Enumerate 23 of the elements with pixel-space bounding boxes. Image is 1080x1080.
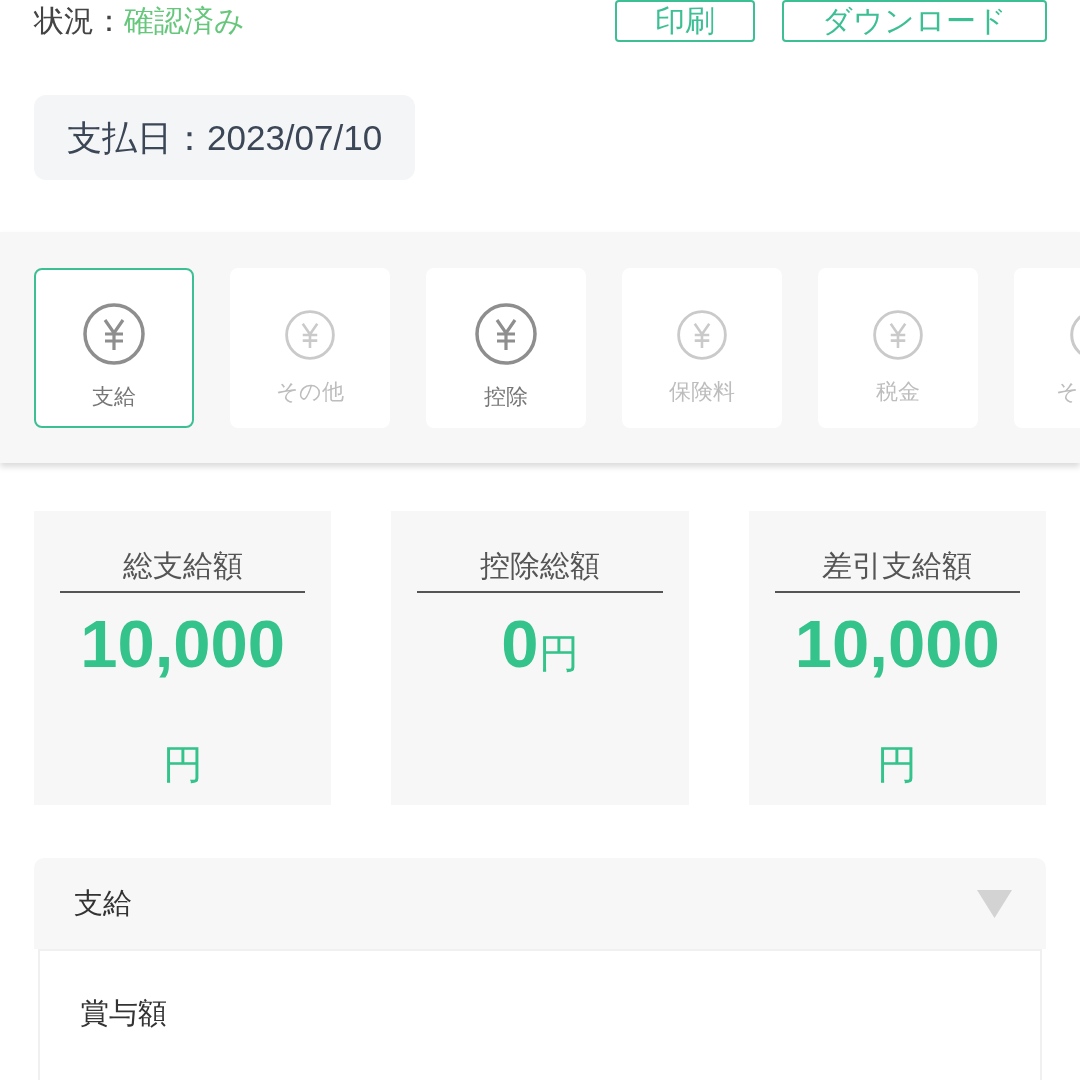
amount-value: 10,000 <box>80 606 286 681</box>
category-tab[interactable]: 控除 <box>426 268 586 428</box>
yen-coin-icon <box>83 303 145 365</box>
summary-title: 控除総額 <box>480 548 600 584</box>
action-button[interactable]: ダウンロード <box>782 0 1047 42</box>
category-tab[interactable]: 支給 <box>34 268 194 428</box>
currency-unit: 円 <box>877 742 918 786</box>
payment-date: 支払日：2023/07/10 <box>34 95 416 180</box>
yen-coin-icon <box>873 310 923 360</box>
summary-title: 差引支給額 <box>822 548 973 584</box>
section-header[interactable]: 支給 <box>34 858 1046 949</box>
list-item[interactable]: 賞与額 <box>80 993 1040 1033</box>
action-button[interactable]: 印刷 <box>615 0 755 42</box>
currency-unit: 円 <box>162 742 203 786</box>
amount-value: 10,000 <box>794 606 1000 681</box>
yen-coin-icon <box>285 310 335 360</box>
yen-coin-icon <box>475 303 537 365</box>
currency-unit: 円 <box>538 631 579 675</box>
amount-value: 0 <box>501 606 539 681</box>
status-text: 状況：確認済み <box>34 3 245 39</box>
triangle-icon <box>977 889 1012 918</box>
summary-title: 総支給額 <box>122 548 243 584</box>
yen-coin-icon <box>677 310 727 360</box>
